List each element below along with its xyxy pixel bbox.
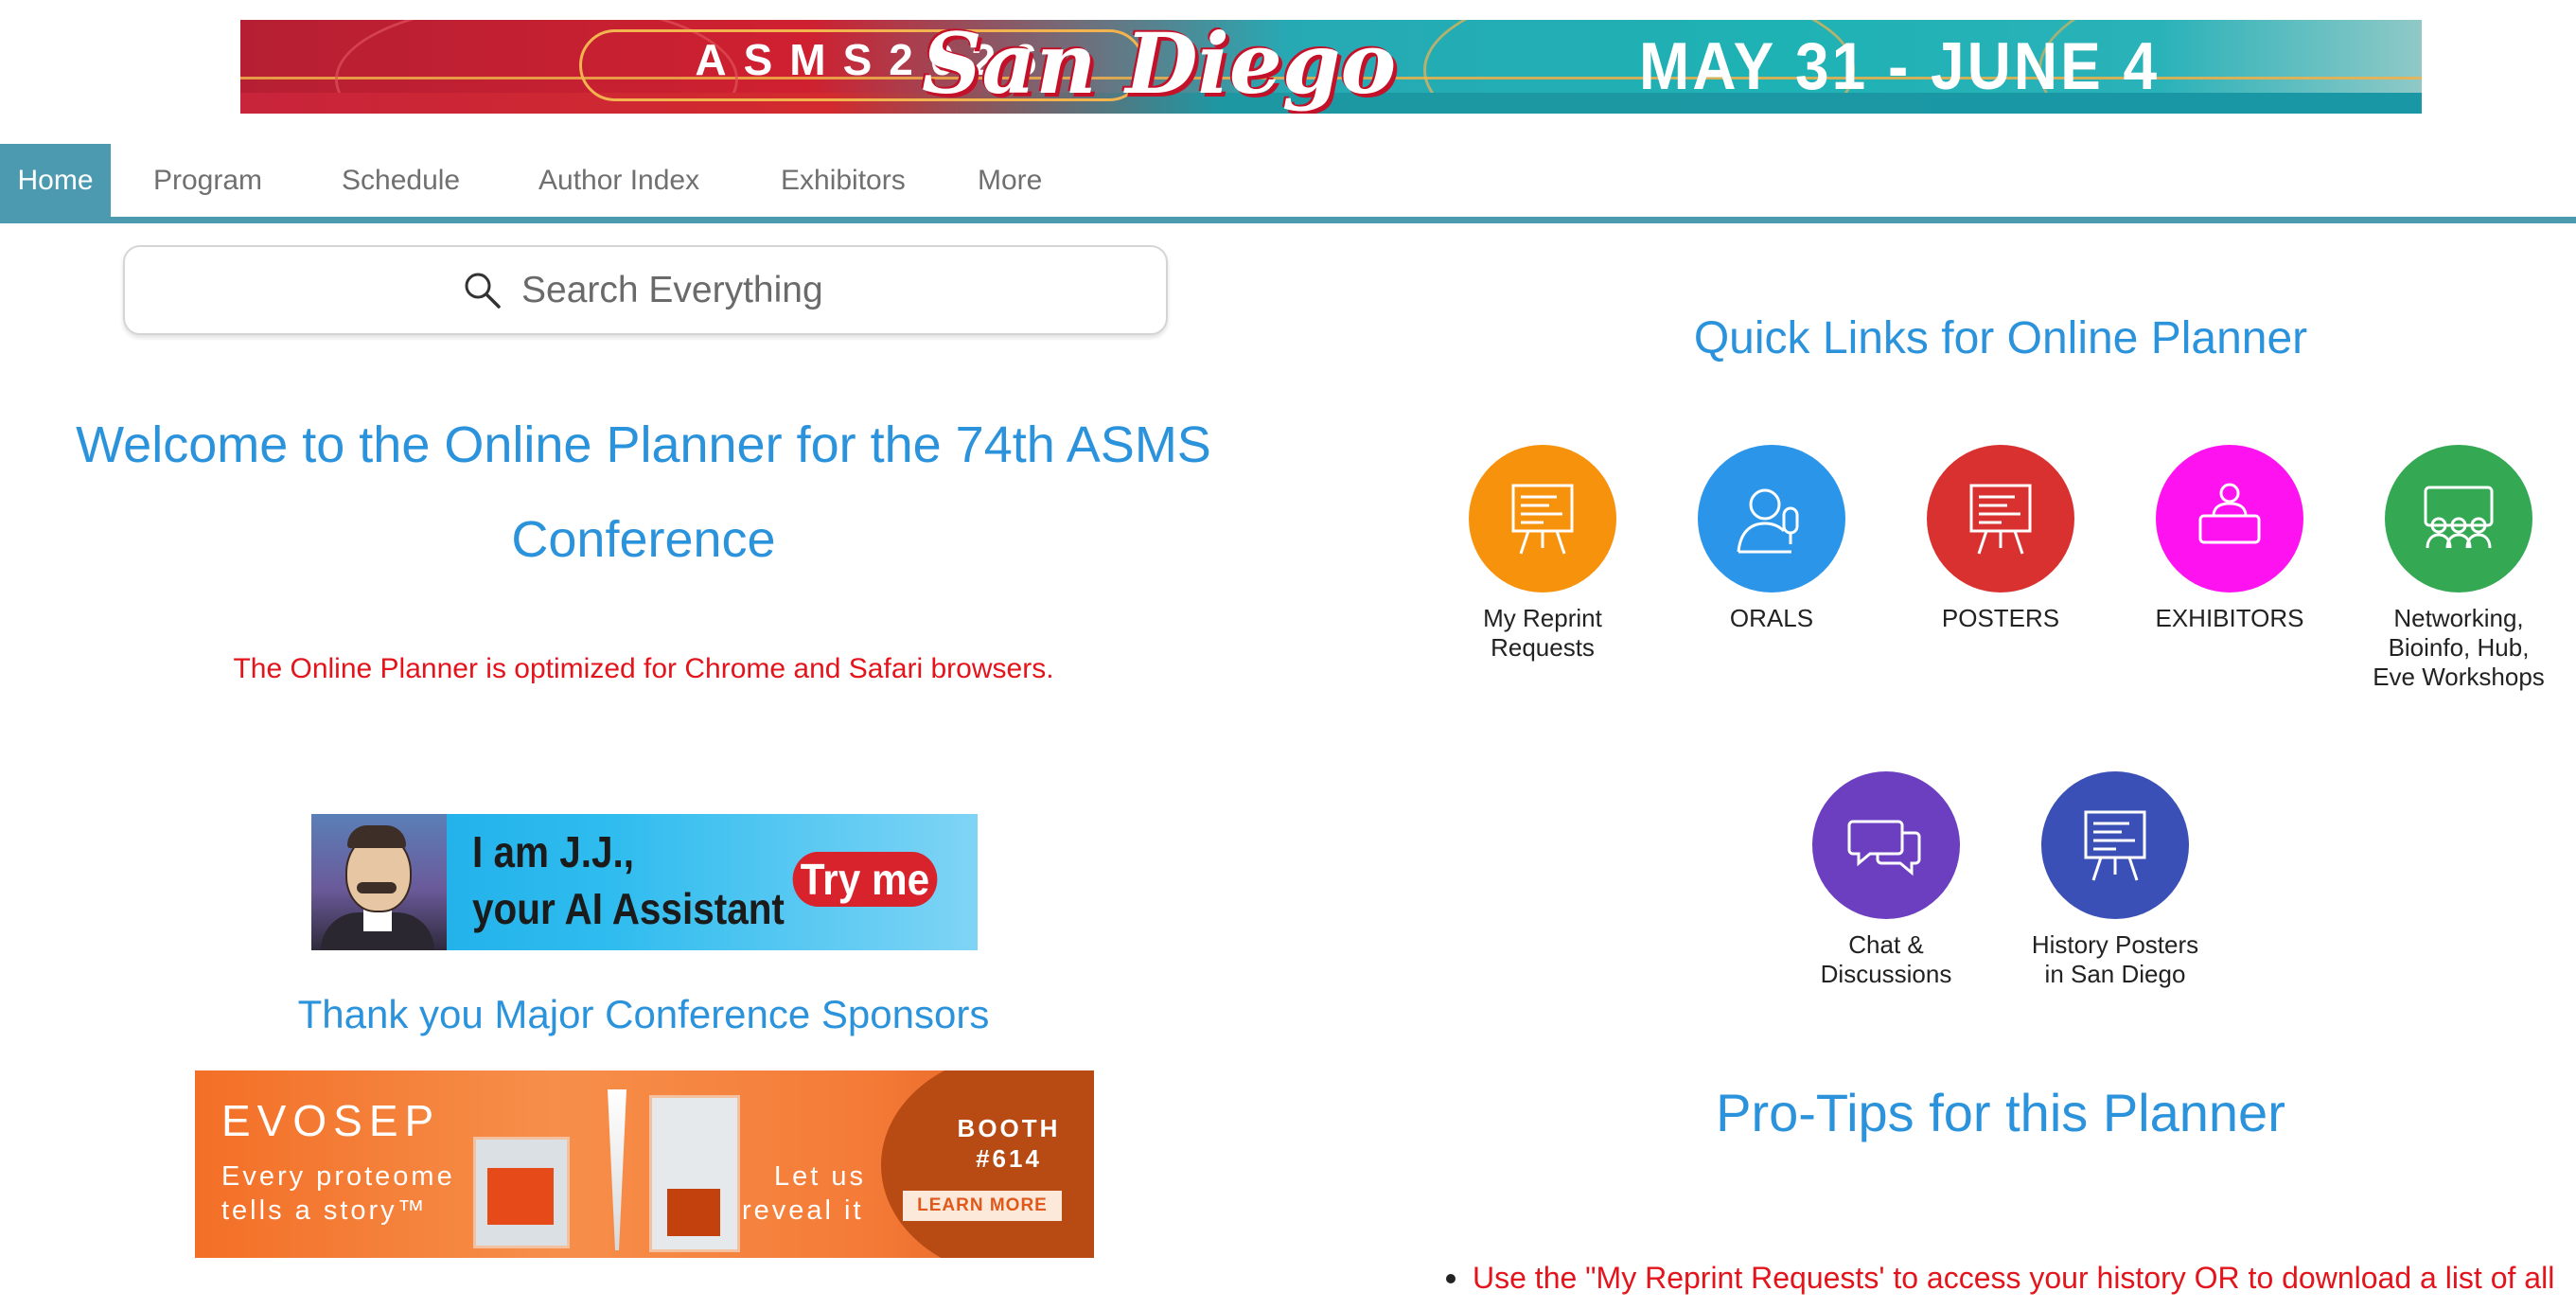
quick-link-label: Networking, Bioinfo, Hub, Eve Workshops: [2373, 604, 2545, 691]
quick-link-chat[interactable]: Chat & Discussions: [1773, 771, 2000, 989]
jj-portrait: [311, 814, 447, 950]
evosep-tagline-1: Every proteome: [221, 1161, 455, 1192]
booth-number: #614: [976, 1144, 1042, 1173]
quick-link-label: ORALS: [1729, 604, 1814, 632]
presentation-board-icon: [1469, 445, 1616, 593]
exhibitor-booth-icon: [2156, 445, 2303, 593]
browser-notice: The Online Planner is optimized for Chro…: [233, 653, 1054, 684]
learn-more-button[interactable]: LEARN MORE: [903, 1191, 1062, 1221]
quick-link-label: History Posters in San Diego: [2031, 930, 2199, 988]
quick-link-label: POSTERS: [1941, 604, 2060, 632]
banner-dates: MAY 31 - JUNE 4: [1639, 28, 2161, 104]
welcome-title-line1: Welcome to the Online Planner for the 74…: [76, 416, 1211, 473]
quick-link-orals[interactable]: ORALS: [1658, 445, 1885, 633]
evosep-reveal-2: reveal it: [742, 1195, 864, 1226]
tab-exhibitors[interactable]: Exhibitors: [781, 144, 906, 218]
tab-home[interactable]: Home: [0, 144, 111, 218]
pipette-tip-image: [608, 1089, 626, 1250]
tab-more[interactable]: More: [978, 144, 1042, 218]
quick-link-networking[interactable]: Networking, Bioinfo, Hub, Eve Workshops: [2345, 445, 2572, 692]
quick-link-reprint-requests[interactable]: My Reprint Requests: [1429, 445, 1656, 663]
group-meeting-icon: [2385, 445, 2532, 593]
tab-program[interactable]: Program: [153, 144, 262, 218]
search-icon: [462, 270, 503, 311]
evosep-reveal-1: Let us: [774, 1161, 866, 1192]
evosep-ad[interactable]: EVOSEP Every proteome tells a story™ Let…: [195, 1070, 1094, 1258]
pro-tip-text: Use the "My Reprint Requests' to access …: [1473, 1261, 2555, 1295]
tab-schedule[interactable]: Schedule: [342, 144, 460, 218]
main-nav: Home Program Schedule Author Index Exhib…: [0, 144, 2576, 223]
quick-link-posters[interactable]: POSTERS: [1887, 445, 2114, 633]
speaker-microphone-icon: [1698, 445, 1845, 593]
nav-underline: [0, 217, 2576, 223]
booth-label: BOOTH: [957, 1114, 1061, 1142]
instrument-image: [473, 1137, 570, 1248]
welcome-title: Welcome to the Online Planner for the 74…: [38, 398, 1249, 587]
ai-ad-line1: I am J.J.,: [472, 827, 635, 876]
quick-link-history-posters[interactable]: History Posters in San Diego: [2002, 771, 2229, 989]
quick-link-label: My Reprint Requests: [1483, 604, 1602, 662]
bullet-icon: [1446, 1274, 1456, 1283]
sponsors-title: Thank you Major Conference Sponsors: [297, 992, 990, 1036]
poster-board-icon: [1927, 445, 2074, 593]
quick-link-label: Chat & Discussions: [1820, 930, 1952, 988]
quick-link-exhibitors[interactable]: EXHIBITORS: [2116, 445, 2343, 633]
conference-banner[interactable]: ASMS2026 San Diego MAY 31 - JUNE 4: [240, 20, 2422, 114]
ai-assistant-ad[interactable]: I am J.J., your AI Assistant Try me: [311, 814, 978, 950]
try-me-button[interactable]: Try me: [792, 852, 938, 907]
history-poster-icon: [2041, 771, 2189, 919]
evosep-tagline-2: tells a story™: [221, 1195, 428, 1226]
ai-ad-line2: your AI Assistant: [472, 884, 785, 933]
search-input[interactable]: Search Everything: [123, 245, 1168, 335]
pro-tips-title: Pro-Tips for this Planner: [1716, 1083, 2285, 1142]
chat-bubbles-icon: [1812, 771, 1960, 919]
quick-link-label: EXHIBITORS: [2155, 604, 2304, 632]
banner-city: San Diego: [922, 20, 1397, 113]
quick-links-title: Quick Links for Online Planner: [1693, 313, 2308, 363]
tab-author-index[interactable]: Author Index: [538, 144, 699, 218]
welcome-title-line2: Conference: [511, 511, 776, 568]
instrument-image: [649, 1095, 740, 1252]
evosep-logo: EVOSEP: [221, 1096, 441, 1145]
search-placeholder: Search Everything: [521, 270, 823, 310]
